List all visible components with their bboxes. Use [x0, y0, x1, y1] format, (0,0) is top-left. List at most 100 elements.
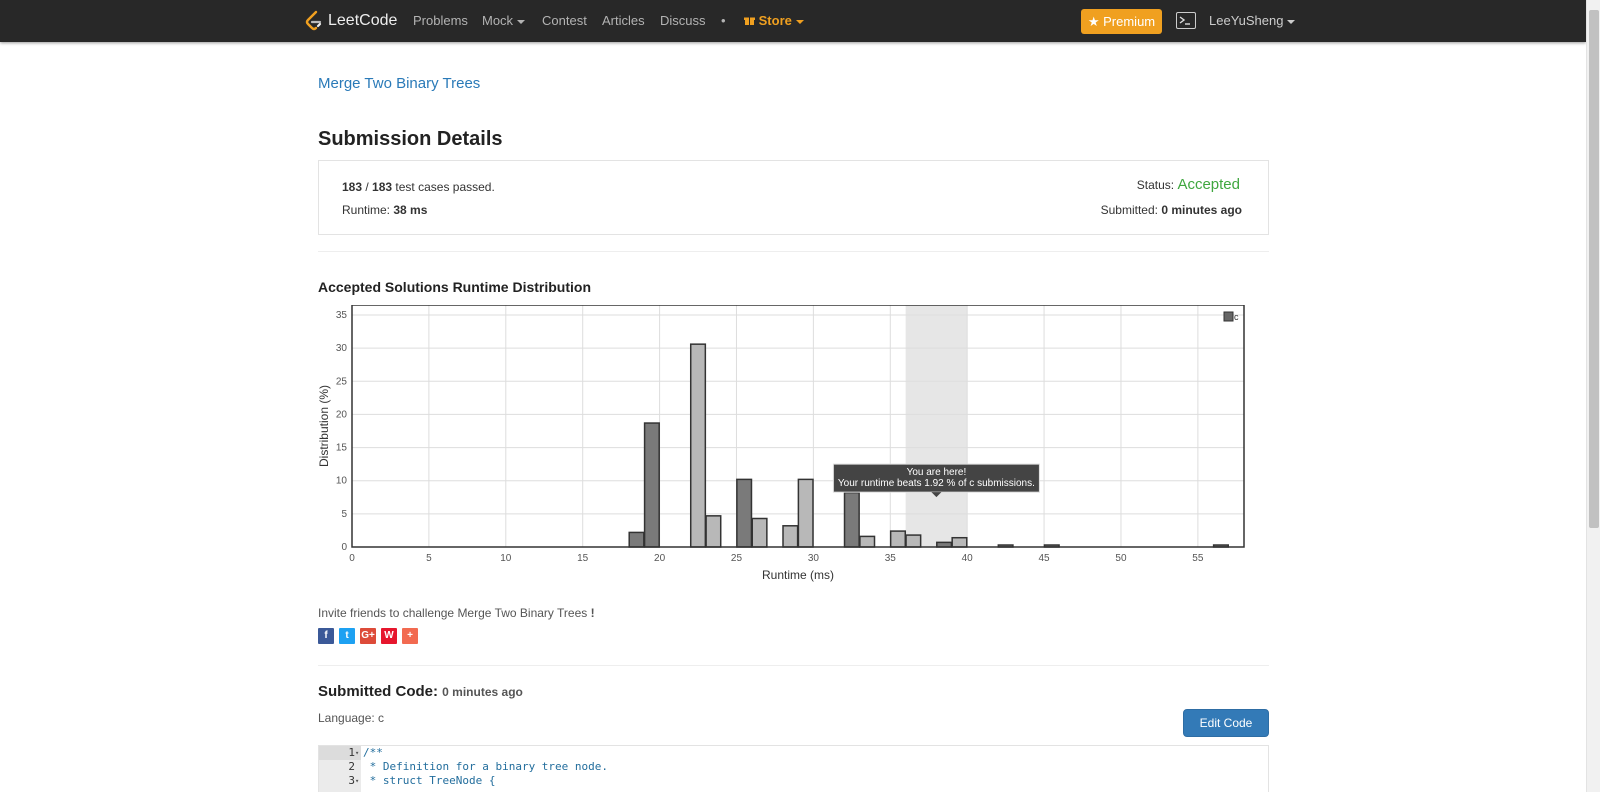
- x-tick-label: 25: [731, 553, 743, 564]
- problem-title-link[interactable]: Merge Two Binary Trees: [318, 75, 480, 92]
- language-label: Language: c: [318, 711, 385, 725]
- x-tick-label: 45: [1039, 553, 1051, 564]
- user-menu[interactable]: LeeYuSheng: [1209, 13, 1296, 28]
- fold-toggle-icon[interactable]: ▾: [355, 746, 361, 760]
- premium-label: Premium: [1103, 14, 1156, 29]
- submitted-code-label: Submitted Code:: [318, 683, 438, 700]
- tooltip-line-2: Your runtime beats 1.92 % of c submissio…: [838, 478, 1035, 489]
- tests-passed-count: 183: [342, 180, 363, 194]
- x-tick-label: 10: [500, 553, 512, 564]
- tests-passed-suffix: test cases passed.: [395, 180, 495, 194]
- distribution-bar: [797, 478, 814, 548]
- x-tick-label: 20: [654, 553, 666, 564]
- divider: [318, 251, 1269, 252]
- legend-label: c: [1234, 312, 1239, 322]
- terminal-icon[interactable]: [1176, 12, 1196, 29]
- more-share-icon[interactable]: +: [402, 628, 418, 644]
- distribution-bar: [643, 422, 660, 548]
- code-line: 1 ▾ /**: [319, 746, 1268, 760]
- x-tick-label: 5: [426, 553, 432, 564]
- distribution-bar: [628, 531, 645, 548]
- distribution-bar: [782, 525, 799, 548]
- status-label: Status:: [1136, 178, 1175, 192]
- google-plus-icon[interactable]: G+: [360, 628, 376, 644]
- runtime-info: Runtime: 38 ms: [342, 203, 427, 217]
- nav-store-label: Store: [758, 13, 792, 28]
- twitter-icon[interactable]: t: [339, 628, 355, 644]
- submitted-code-heading: Submitted Code: 0 minutes ago: [318, 683, 523, 700]
- y-tick-label: 15: [336, 443, 348, 454]
- facebook-icon[interactable]: f: [318, 628, 334, 644]
- invite-prefix: Invite friends to challenge: [318, 606, 455, 620]
- code-line: 3 ▾ * struct TreeNode {: [319, 774, 1268, 788]
- runtime-label: Runtime:: [342, 203, 391, 217]
- submitted-code-ago: 0 minutes ago: [442, 685, 523, 699]
- y-tick-label: 0: [341, 542, 347, 553]
- divider: [318, 665, 1269, 666]
- distribution-bar: [751, 517, 768, 548]
- username: LeeYuSheng: [1209, 13, 1284, 28]
- status-info: Status: Accepted: [1137, 176, 1240, 193]
- nav-discuss[interactable]: Discuss: [660, 13, 706, 28]
- runtime-value: 38 ms: [393, 203, 428, 217]
- code-editor[interactable]: 1 ▾ /** 2 * Definition for a binary tree…: [318, 745, 1269, 792]
- submission-details-heading: Submission Details: [318, 128, 503, 150]
- distribution-bar: [689, 343, 707, 548]
- x-tick-label: 50: [1115, 553, 1127, 564]
- distribution-bar: [889, 530, 907, 548]
- code-text: * Definition for a binary tree node.: [363, 760, 609, 773]
- distribution-bar: [859, 535, 876, 548]
- nav-dot: •: [721, 13, 726, 28]
- nav-articles[interactable]: Articles: [602, 13, 645, 28]
- x-tick-label: 30: [808, 553, 820, 564]
- leetcode-logo-icon: [305, 10, 322, 31]
- x-tick-label: 0: [349, 553, 355, 564]
- distribution-bar: [951, 536, 968, 548]
- distribution-bar: [705, 515, 722, 548]
- share-buttons: f t G+ W +: [318, 628, 418, 644]
- premium-button[interactable]: ★ Premium: [1081, 9, 1162, 34]
- chart-svg: 0 5 10 15 20 25 30 35 40 45 50 55 0 5 10 15 20 25 30 35 Runt…: [317, 304, 1245, 582]
- logo-text: LeetCode: [328, 12, 398, 29]
- nav-mock[interactable]: Mock: [482, 13, 526, 28]
- nav-store[interactable]: Store: [744, 13, 804, 28]
- invite-suffix: !: [590, 606, 595, 620]
- chevron-down-icon: [517, 19, 526, 24]
- gift-icon: [744, 17, 755, 25]
- distribution-bar: [843, 491, 860, 548]
- distribution-bar: [736, 478, 753, 548]
- submitted-info: Submitted: 0 minutes ago: [1101, 203, 1242, 217]
- leetcode-logo[interactable]: LeetCode: [304, 10, 397, 32]
- y-tick-label: 10: [336, 476, 348, 487]
- weibo-icon[interactable]: W: [381, 628, 397, 644]
- x-tick-label: 55: [1192, 553, 1204, 564]
- y-tick-label: 20: [336, 409, 348, 420]
- scrollbar-thumb[interactable]: [1589, 10, 1599, 528]
- x-axis-label: Runtime (ms): [762, 568, 834, 582]
- nav-contest[interactable]: Contest: [542, 13, 587, 28]
- code-text: * struct TreeNode {: [363, 774, 496, 787]
- chevron-down-icon: [1287, 19, 1296, 24]
- submission-details-panel: 183 / 183 test cases passed. Runtime: 38…: [318, 160, 1269, 235]
- y-tick-label: 30: [336, 343, 348, 354]
- x-tick-label: 35: [885, 553, 897, 564]
- chevron-down-icon: [795, 19, 804, 24]
- y-tick-label: 25: [336, 376, 348, 387]
- invite-problem: Merge Two Binary Trees: [457, 606, 588, 620]
- page-scrollbar[interactable]: [1586, 0, 1600, 792]
- fold-toggle-icon[interactable]: ▾: [355, 774, 361, 788]
- test-cases-passed: 183 / 183 test cases passed.: [342, 180, 495, 194]
- x-tick-label: 15: [577, 553, 589, 564]
- code-line: 2 * Definition for a binary tree node.: [319, 760, 1268, 774]
- distribution-heading: Accepted Solutions Runtime Distribution: [318, 279, 592, 295]
- edit-code-button[interactable]: Edit Code: [1183, 709, 1269, 737]
- nav-problems[interactable]: Problems: [413, 13, 468, 28]
- y-tick-label: 5: [341, 509, 347, 520]
- y-axis-label: Distribution (%): [318, 385, 331, 467]
- code-text: /**: [363, 746, 383, 759]
- y-tick-label: 35: [336, 310, 348, 321]
- invite-text: Invite friends to challenge Merge Two Bi…: [318, 606, 595, 620]
- star-icon: ★: [1087, 14, 1100, 29]
- submitted-value: 0 minutes ago: [1161, 203, 1242, 217]
- status-badge: Accepted: [1177, 176, 1240, 193]
